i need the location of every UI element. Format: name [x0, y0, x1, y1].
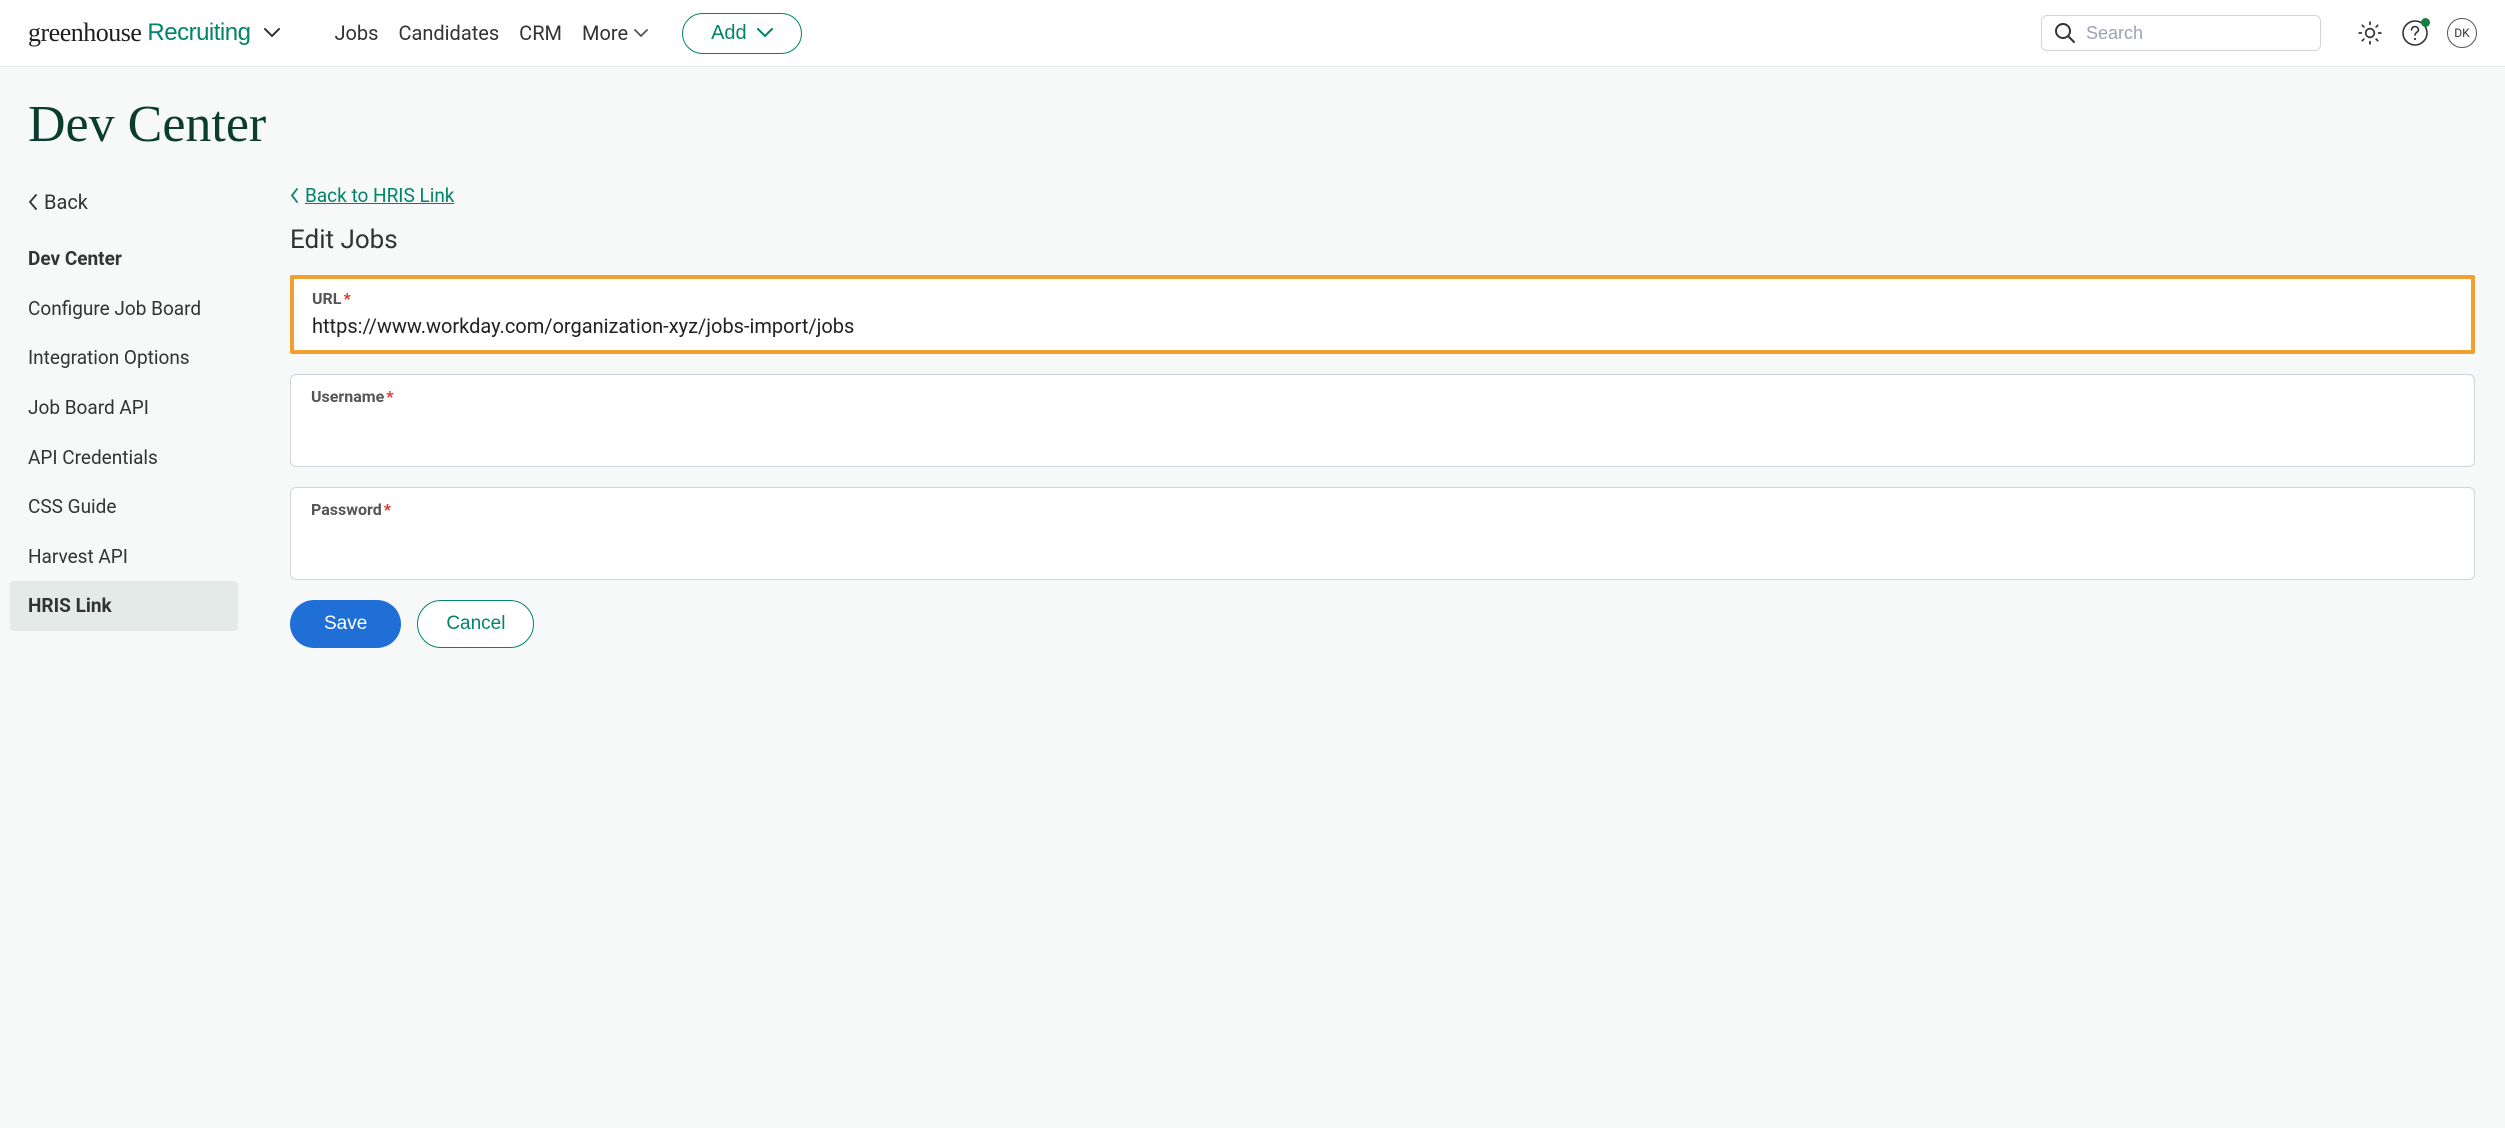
url-input[interactable]: [312, 314, 2453, 338]
topnav-icons: DK: [2357, 18, 2477, 48]
breadcrumb-back-label: Back to HRIS Link: [305, 184, 454, 207]
search-icon: [2054, 22, 2076, 44]
chevron-left-icon: [28, 194, 38, 210]
sidebar-item-configure-job-board[interactable]: Configure Job Board: [28, 284, 250, 334]
sidebar-item-label: CSS Guide: [28, 495, 116, 518]
sidebar-item-job-board-api[interactable]: Job Board API: [28, 383, 250, 433]
notification-dot: [2421, 18, 2430, 27]
sidebar-item-label: Harvest API: [28, 545, 128, 568]
field-label-text: Username: [311, 387, 384, 406]
sidebar-item-label: API Credentials: [28, 446, 158, 469]
chevron-down-icon[interactable]: [264, 28, 280, 38]
required-marker: *: [384, 500, 391, 519]
chevron-left-icon: [290, 188, 299, 203]
field-label-text: Password: [311, 500, 382, 519]
field-username: Username*: [290, 374, 2475, 467]
logo-word-greenhouse: greenhouse: [28, 18, 141, 48]
cancel-button[interactable]: Cancel: [417, 600, 534, 648]
sidebar-item-integration-options[interactable]: Integration Options: [28, 333, 250, 383]
sidebar-item-label: Dev Center: [28, 247, 122, 270]
nav-more[interactable]: More: [582, 21, 648, 45]
field-url: URL*: [290, 275, 2475, 354]
field-url-label: URL*: [312, 289, 2453, 308]
gear-icon: [2357, 20, 2383, 46]
main: Back to HRIS Link Edit Jobs URL* Usernam…: [250, 184, 2505, 648]
nav-crm-label: CRM: [519, 21, 562, 45]
avatar[interactable]: DK: [2447, 18, 2477, 48]
avatar-initials: DK: [2454, 26, 2469, 40]
search-input[interactable]: [2086, 23, 2318, 44]
button-row: Save Cancel: [290, 600, 2475, 648]
nav-jobs[interactable]: Jobs: [334, 21, 378, 45]
content: Back Dev Center Configure Job Board Inte…: [0, 184, 2505, 688]
sidebar-item-dev-center[interactable]: Dev Center: [28, 234, 250, 284]
chevron-down-icon: [757, 28, 773, 38]
field-password: Password*: [290, 487, 2475, 580]
nav-links: Jobs Candidates CRM More: [334, 21, 648, 45]
sidebar-item-label: Job Board API: [28, 396, 149, 419]
sidebar-item-css-guide[interactable]: CSS Guide: [28, 482, 250, 532]
password-input[interactable]: [311, 525, 2454, 549]
page-title: Dev Center: [0, 67, 2505, 184]
top-nav: greenhouse Recruiting Jobs Candidates CR…: [0, 0, 2505, 67]
sidebar-item-api-credentials[interactable]: API Credentials: [28, 433, 250, 483]
nav-more-label: More: [582, 21, 628, 45]
sidebar-item-harvest-api[interactable]: Harvest API: [28, 532, 250, 582]
form-title: Edit Jobs: [290, 225, 2475, 255]
nav-jobs-label: Jobs: [334, 21, 378, 45]
sidebar-item-hris-link[interactable]: HRIS Link: [10, 581, 238, 631]
sidebar-back-label: Back: [44, 190, 88, 214]
nav-candidates-label: Candidates: [398, 21, 499, 45]
chevron-down-icon: [634, 29, 648, 38]
breadcrumb-back[interactable]: Back to HRIS Link: [290, 184, 2475, 207]
save-button[interactable]: Save: [290, 600, 401, 648]
field-username-label: Username*: [311, 387, 2454, 406]
search-box[interactable]: [2041, 15, 2321, 51]
sidebar-item-label: Configure Job Board: [28, 297, 201, 320]
sidebar-item-label: HRIS Link: [28, 594, 112, 617]
required-marker: *: [343, 289, 350, 308]
add-button[interactable]: Add: [682, 13, 802, 54]
sidebar-back[interactable]: Back: [28, 184, 250, 234]
nav-candidates[interactable]: Candidates: [398, 21, 499, 45]
logo-word-recruiting: Recruiting: [147, 19, 250, 47]
field-password-label: Password*: [311, 500, 2454, 519]
sidebar-item-label: Integration Options: [28, 346, 190, 369]
username-input[interactable]: [311, 412, 2454, 436]
required-marker: *: [386, 387, 393, 406]
nav-crm[interactable]: CRM: [519, 21, 562, 45]
field-label-text: URL: [312, 289, 341, 308]
add-button-label: Add: [711, 22, 747, 45]
help-button[interactable]: [2401, 19, 2429, 47]
logo[interactable]: greenhouse Recruiting: [28, 18, 280, 48]
settings-button[interactable]: [2357, 20, 2383, 46]
sidebar: Back Dev Center Configure Job Board Inte…: [10, 184, 250, 648]
